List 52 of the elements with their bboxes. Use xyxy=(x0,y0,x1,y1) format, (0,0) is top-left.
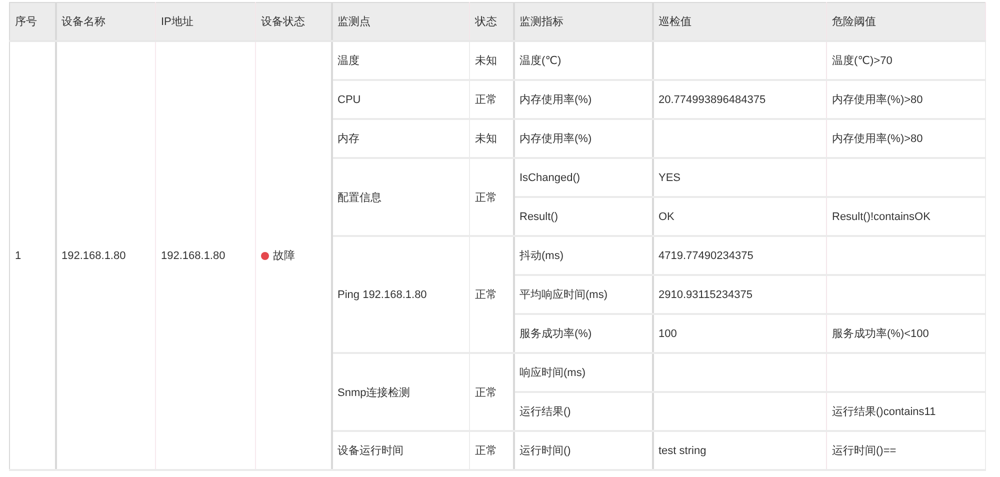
table-cell: 运行结果()contains11 xyxy=(826,392,986,431)
table-cell: Result()!containsOK xyxy=(826,197,986,236)
column-header: 监测点 xyxy=(332,2,470,41)
table-cell: 内存使用率(%) xyxy=(514,119,652,158)
table-cell: 内存使用率(%)>80 xyxy=(826,119,986,158)
table-cell: Ping 192.168.1.80 xyxy=(332,236,470,353)
table-cell: 100 xyxy=(652,314,826,353)
column-header: 设备状态 xyxy=(256,2,332,41)
table-cell: 20.774993896484375 xyxy=(652,80,826,119)
table-cell: 服务成功率(%)<100 xyxy=(826,314,986,353)
table-cell: CPU xyxy=(332,80,470,119)
column-header: 状态 xyxy=(470,2,514,41)
table-cell: 正常 xyxy=(470,431,514,470)
table-cell: 服务成功率(%) xyxy=(514,314,652,353)
column-header: 设备名称 xyxy=(56,2,156,41)
table-cell: 正常 xyxy=(470,158,514,236)
table-cell: IsChanged() xyxy=(514,158,652,197)
table-cell: 运行时间() xyxy=(514,431,652,470)
table-cell: 未知 xyxy=(470,119,514,158)
table-cell: 温度(℃)>70 xyxy=(826,41,986,80)
table-cell: 4719.77490234375 xyxy=(652,236,826,275)
table-cell: test string xyxy=(652,431,826,470)
table-cell: 正常 xyxy=(470,80,514,119)
table-cell: YES xyxy=(652,158,826,197)
table-cell: 平均响应时间(ms) xyxy=(514,275,652,314)
table-cell: 响应时间(ms) xyxy=(514,353,652,392)
column-header: 序号 xyxy=(10,2,56,41)
column-header: IP地址 xyxy=(156,2,256,41)
table-cell: 运行时间()== xyxy=(826,431,986,470)
table-cell: OK xyxy=(652,197,826,236)
table-cell: 配置信息 xyxy=(332,158,470,236)
table-cell: 192.168.1.80 xyxy=(56,41,156,470)
table-cell: 正常 xyxy=(470,236,514,353)
column-header: 危险阈值 xyxy=(826,2,986,41)
table-cell: 内存使用率(%)>80 xyxy=(826,80,986,119)
table-cell: 运行结果() xyxy=(514,392,652,431)
table-cell: 1 xyxy=(10,41,56,470)
table-cell: 抖动(ms) xyxy=(514,236,652,275)
table-cell: 内存使用率(%) xyxy=(514,80,652,119)
table-cell: 2910.93115234375 xyxy=(652,275,826,314)
table-cell: 设备运行时间 xyxy=(332,431,470,470)
table-cell: Snmp连接检测 xyxy=(332,353,470,431)
table-cell: 温度(℃) xyxy=(514,41,652,80)
table-cell: 温度 xyxy=(332,41,470,80)
table-cell: 内存 xyxy=(332,119,470,158)
table-cell: 192.168.1.80 xyxy=(156,41,256,470)
column-header: 巡检值 xyxy=(652,2,826,41)
table-cell: Result() xyxy=(514,197,652,236)
table-cell: 正常 xyxy=(470,353,514,431)
status-text: 故障 xyxy=(273,248,295,263)
table-cell: 未知 xyxy=(470,41,514,80)
column-header: 监测指标 xyxy=(514,2,652,41)
